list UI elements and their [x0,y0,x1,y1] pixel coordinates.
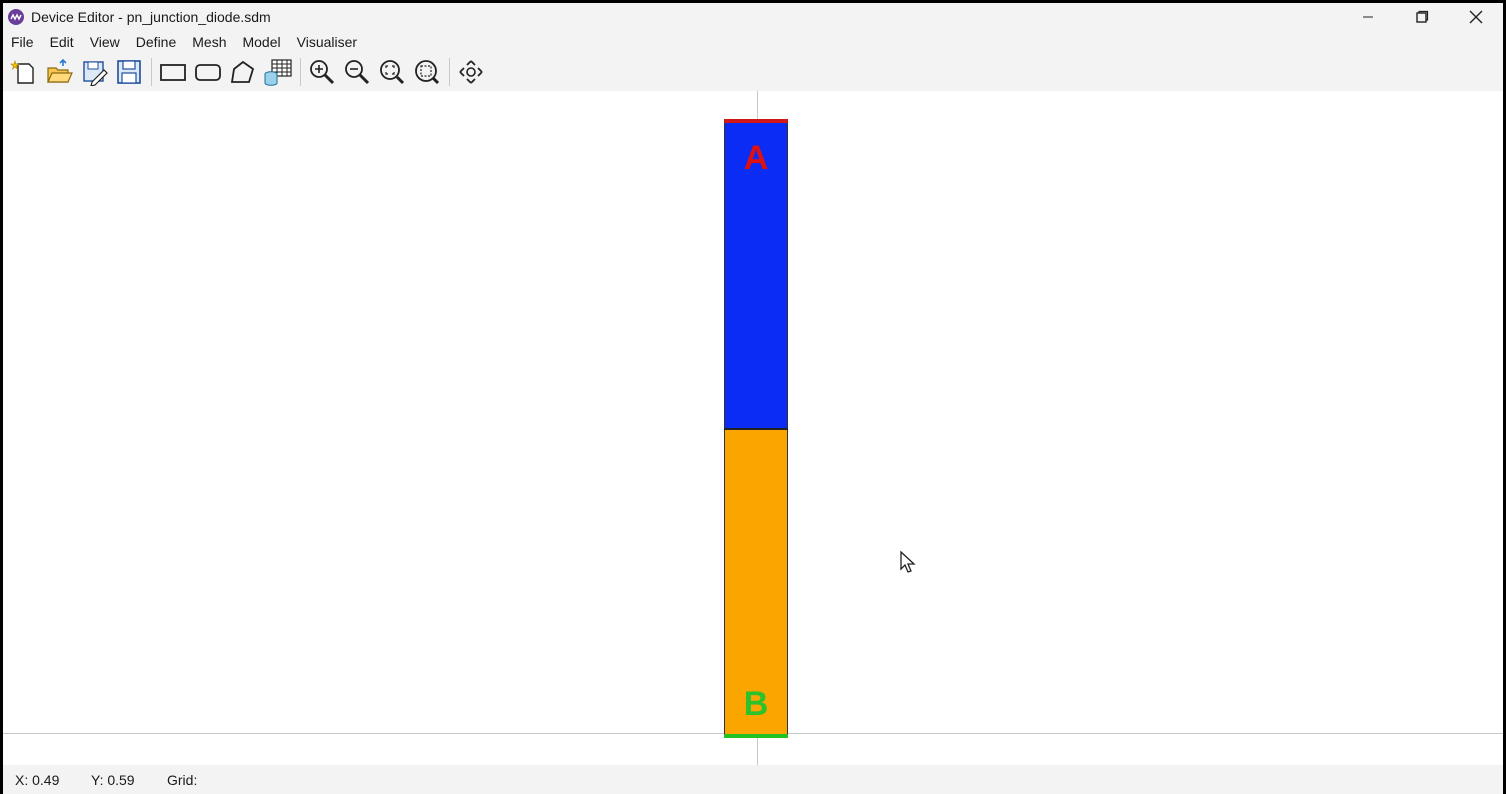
zoom-in-icon [310,60,335,85]
bottom-contact[interactable] [724,734,788,738]
region-b-label: B [743,685,769,723]
menu-bar: File Edit View Define Mesh Model Visuali… [3,31,1503,53]
open-button[interactable] [42,56,76,88]
status-bar: X: 0.49 Y: 0.59 Grid: [3,765,1503,794]
close-button[interactable] [1449,3,1503,31]
cursor-y-readout: Y: 0.59 [91,771,135,788]
zoom-out-button[interactable] [340,56,374,88]
save-icon [117,60,141,84]
menu-file[interactable]: File [3,34,42,50]
pan-button[interactable] [454,56,488,88]
app-logo-icon [8,9,24,25]
draw-polygon-button[interactable] [226,56,260,88]
window-title: Device Editor - pn_junction_diode.sdm [31,9,271,25]
pan-icon [459,60,483,84]
zoom-reset-button[interactable] [410,56,444,88]
maximize-button[interactable] [1395,3,1449,31]
zoom-fit-icon [380,60,405,85]
menu-visualiser[interactable]: Visualiser [289,34,365,50]
save-as-button[interactable] [77,56,111,88]
menu-define[interactable]: Define [128,34,184,50]
title-bar: Device Editor - pn_junction_diode.sdm [3,3,1503,31]
toolbar [3,53,1503,91]
menu-view[interactable]: View [82,34,128,50]
draw-rectangle-button[interactable] [156,56,190,88]
toolbar-separator [300,58,301,86]
minimize-button[interactable] [1341,3,1395,31]
device-editor-window: Device Editor - pn_junction_diode.sdm Fi… [0,0,1506,794]
menu-edit[interactable]: Edit [42,34,82,50]
top-contact[interactable] [724,119,788,123]
toolbar-separator [151,58,152,86]
rectangle-icon [160,64,186,81]
new-file-button[interactable] [7,56,41,88]
close-icon [1469,10,1483,24]
minimize-icon [1363,16,1373,18]
zoom-fit-button[interactable] [375,56,409,88]
save-button[interactable] [112,56,146,88]
rounded-rectangle-icon [195,64,221,81]
toolbar-separator [449,58,450,86]
drawing-canvas[interactable]: A B [3,91,1503,765]
zoom-out-icon [345,60,370,85]
polygon-icon [230,60,255,83]
grid-readout: Grid: [167,771,198,788]
zoom-in-button[interactable] [305,56,339,88]
window-controls [1341,3,1503,31]
database-grid-icon [264,59,292,86]
zoom-reset-icon [415,60,440,85]
junction-boundary [724,428,788,430]
open-folder-icon [47,58,73,83]
draw-rounded-rectangle-button[interactable] [191,56,225,88]
mouse-cursor-icon [900,550,916,573]
cursor-x-readout: X: 0.49 [15,771,60,788]
region-a-label: A [743,139,769,177]
restore-icon [1416,10,1429,23]
save-as-icon [83,61,108,86]
new-file-icon [10,60,34,84]
database-grid-button[interactable] [261,56,295,88]
menu-mesh[interactable]: Mesh [184,34,234,50]
menu-model[interactable]: Model [234,34,288,50]
